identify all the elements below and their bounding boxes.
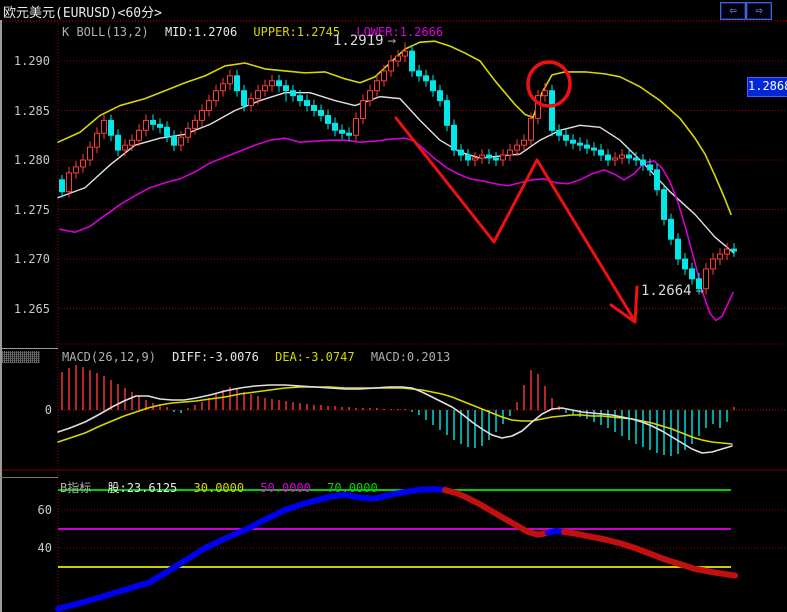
b-indicator-panel — [55, 486, 787, 612]
b-indicator-header: B指标 股:23.6125 30.0000 50.0000 70.0000 — [60, 479, 387, 496]
price-axis-label: 1.280 — [13, 153, 50, 167]
title-bar: 欧元美元(EURUSD)<60分> — [0, 0, 787, 21]
trading-app-window: 欧元美元(EURUSD)<60分> ⇦ ⇨ K BOLL(13,2) MID:1… — [0, 0, 787, 612]
b-axis-label: 40 — [37, 541, 52, 555]
macd-zero-label: 0 — [44, 403, 52, 417]
price-axis-label: 1.285 — [13, 104, 50, 118]
b-level70-label: 70.0000 — [327, 481, 378, 495]
scroll-left-button[interactable]: ⇦ — [720, 2, 746, 20]
right-arrow-icon: → — [695, 283, 705, 299]
candles — [59, 42, 737, 295]
price-axis-label: 1.290 — [13, 54, 50, 68]
macd-macd-value: MACD:0.2013 — [370, 350, 451, 364]
scroll-right-button[interactable]: ⇨ — [746, 2, 772, 20]
price-axis-label: 1.265 — [13, 302, 50, 316]
macd-indicator-header: MACD(26,12,9) DIFF:-3.0076 DEA:-3.0747 M… — [62, 350, 459, 364]
price-axis-label: 1.275 — [13, 203, 50, 217]
macd-panel — [0, 365, 787, 471]
b-name-label: B指标 — [60, 481, 92, 495]
boll-name-label: K BOLL(13,2) — [62, 25, 149, 39]
window-title: 欧元美元(EURUSD)<60分> — [3, 6, 162, 21]
bollinger-bands — [57, 40, 735, 322]
macd-diff-value: DIFF:-3.0076 — [172, 350, 259, 364]
low-price-label: 1.2664 — [641, 283, 692, 299]
b-level50-label: 50.0000 — [260, 481, 311, 495]
last-price-tag: 1.2868 — [747, 77, 787, 97]
b-level30-label: 30.0000 — [193, 481, 245, 495]
chart-canvas — [0, 20, 787, 612]
trend-annotations — [394, 60, 639, 324]
panel-separator — [0, 348, 58, 349]
boll-mid-value: MID:1.2706 — [164, 25, 238, 39]
b-value: 股:23.6125 — [107, 481, 178, 495]
macd-name-label: MACD(26,12,9) — [62, 350, 156, 364]
macd-dea-value: DEA:-3.0747 — [275, 350, 355, 364]
panel-separator-2 — [0, 477, 58, 478]
b-axis-label: 60 — [37, 503, 52, 517]
boll-upper-value: UPPER:1.2745 — [253, 25, 341, 39]
panel-grip-texture — [2, 351, 40, 363]
low-price-annotation: 1.2664 → — [641, 283, 704, 299]
right-arrow-icon: → — [387, 33, 397, 49]
peak-price-label: 1.2919 — [333, 33, 384, 49]
price-axis-label: 1.270 — [13, 252, 50, 266]
peak-price-annotation: 1.2919 → — [333, 33, 396, 49]
